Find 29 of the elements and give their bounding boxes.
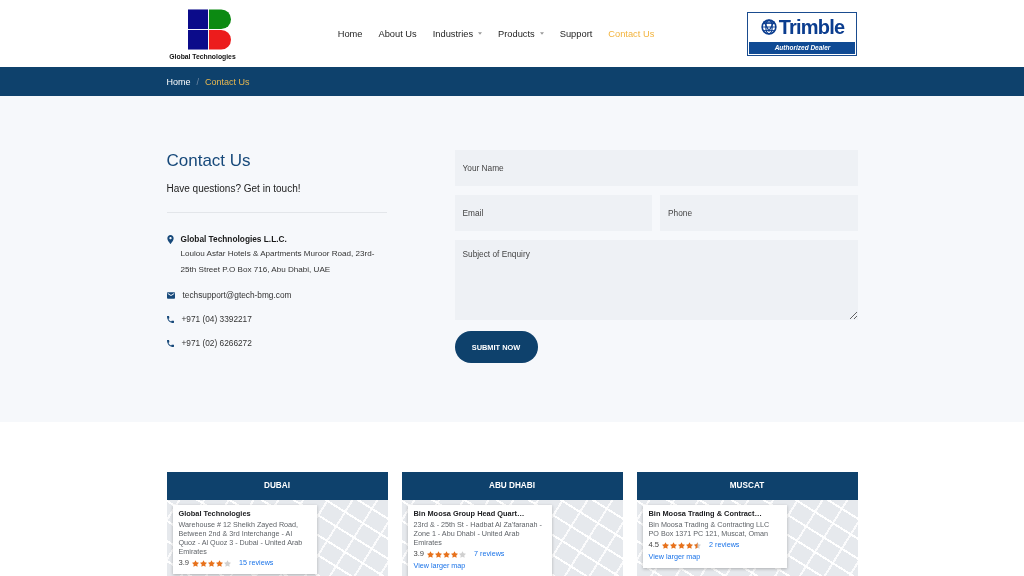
globe-icon bbox=[760, 19, 777, 35]
nav-link[interactable]: Home bbox=[337, 28, 363, 39]
textarea-field[interactable]: Subject of Enquiry bbox=[454, 240, 858, 320]
envelope-icon bbox=[166, 292, 175, 299]
phone-icon bbox=[166, 339, 174, 348]
page-title: Contact Us bbox=[166, 150, 252, 172]
nav-link[interactable]: About Us bbox=[378, 28, 417, 39]
map-card-header: DUBAI bbox=[166, 472, 388, 500]
nav-link[interactable]: Products bbox=[498, 28, 544, 39]
address-text: Loulou Asfar Hotels & Apartments Muroor Road, 23rd-25th Street P.O Box 716, Abu Dhabi, UAE bbox=[180, 248, 376, 276]
phone-link[interactable]: +971 (02) 6266272 bbox=[181, 336, 252, 350]
email-link[interactable]: techsupport@gtech-bmg.com bbox=[182, 288, 292, 302]
input-field[interactable]: Phone bbox=[660, 195, 858, 231]
page-subtitle: Have questions? Get in touch! bbox=[166, 182, 302, 195]
badge-brand-name: Trimble bbox=[778, 17, 845, 37]
map-card-header: MUSCAT bbox=[636, 472, 858, 500]
nav-link[interactable]: Industries bbox=[432, 28, 483, 39]
logo-icon bbox=[187, 8, 231, 50]
location-pin-icon bbox=[166, 235, 174, 244]
nav-link[interactable]: Support bbox=[559, 28, 593, 39]
breadcrumb-current: Contact Us bbox=[205, 76, 250, 87]
breadcrumb-separator: / bbox=[196, 76, 200, 87]
breadcrumb-link[interactable]: Home bbox=[166, 76, 191, 87]
input-field[interactable]: Your Name bbox=[454, 150, 858, 186]
company-name: Global Technologies L.L.C. bbox=[180, 233, 288, 246]
phone-link[interactable]: +971 (04) 3392217 bbox=[181, 312, 252, 326]
input-field[interactable]: Email bbox=[454, 195, 652, 231]
map-card-header: ABU DHABI bbox=[401, 472, 623, 500]
phone-icon bbox=[166, 315, 174, 324]
